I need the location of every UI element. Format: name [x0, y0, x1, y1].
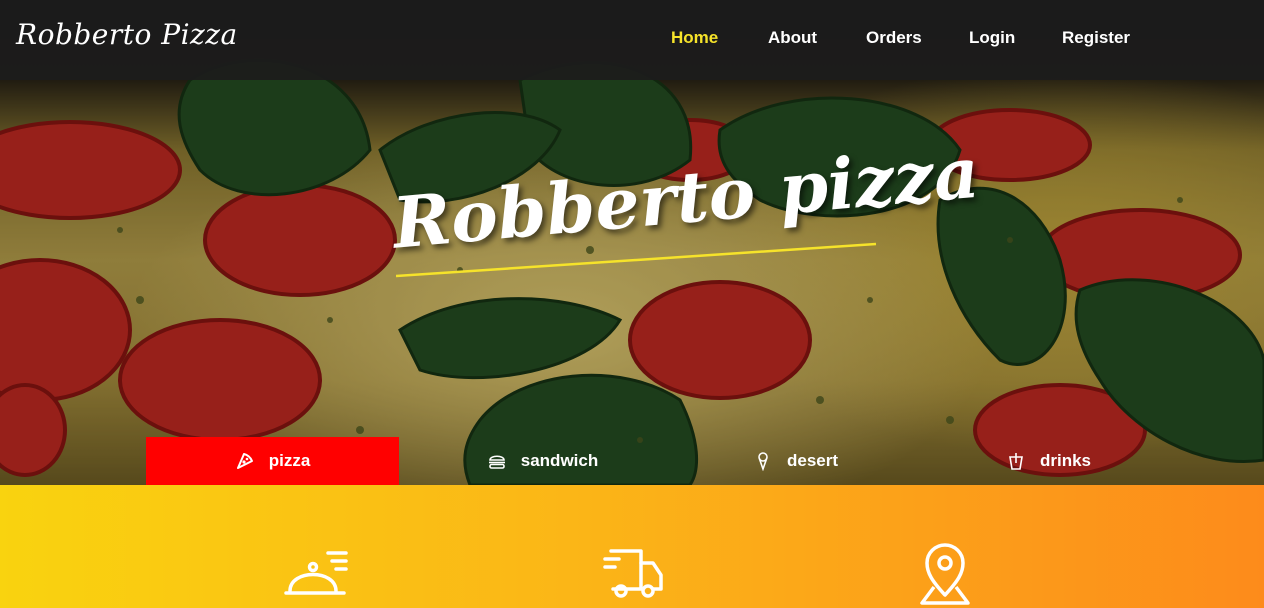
- nav-about[interactable]: About: [768, 28, 817, 48]
- location-pin-icon: [920, 543, 970, 605]
- tab-label: pizza: [268, 451, 311, 470]
- tab-desert[interactable]: desert: [669, 437, 922, 485]
- features-band: [0, 485, 1264, 608]
- nav-login[interactable]: Login: [969, 28, 1015, 48]
- tab-label: sandwich: [520, 451, 599, 470]
- brand-logo[interactable]: Robberto Pizza: [16, 18, 238, 51]
- delivery-truck-icon: [603, 549, 663, 598]
- ice-cream-icon: [758, 452, 768, 471]
- pizza-icon: [236, 453, 253, 469]
- tab-label: drinks: [1039, 451, 1092, 470]
- nav-home[interactable]: Home: [671, 28, 718, 48]
- nav-orders[interactable]: Orders: [866, 28, 922, 48]
- tab-drinks[interactable]: drinks: [922, 437, 1175, 485]
- tab-pizza[interactable]: pizza: [146, 437, 399, 485]
- hero-title-underline: [396, 242, 877, 278]
- burger-icon: [488, 455, 505, 469]
- serving-dish-icon: [284, 551, 348, 595]
- top-navbar: Robberto Pizza Home About Orders Login R…: [0, 0, 1264, 80]
- nav-register[interactable]: Register: [1062, 28, 1130, 48]
- tab-label: desert: [786, 451, 839, 470]
- drink-icon: [1009, 453, 1023, 470]
- tab-sandwich[interactable]: sandwich: [416, 437, 669, 485]
